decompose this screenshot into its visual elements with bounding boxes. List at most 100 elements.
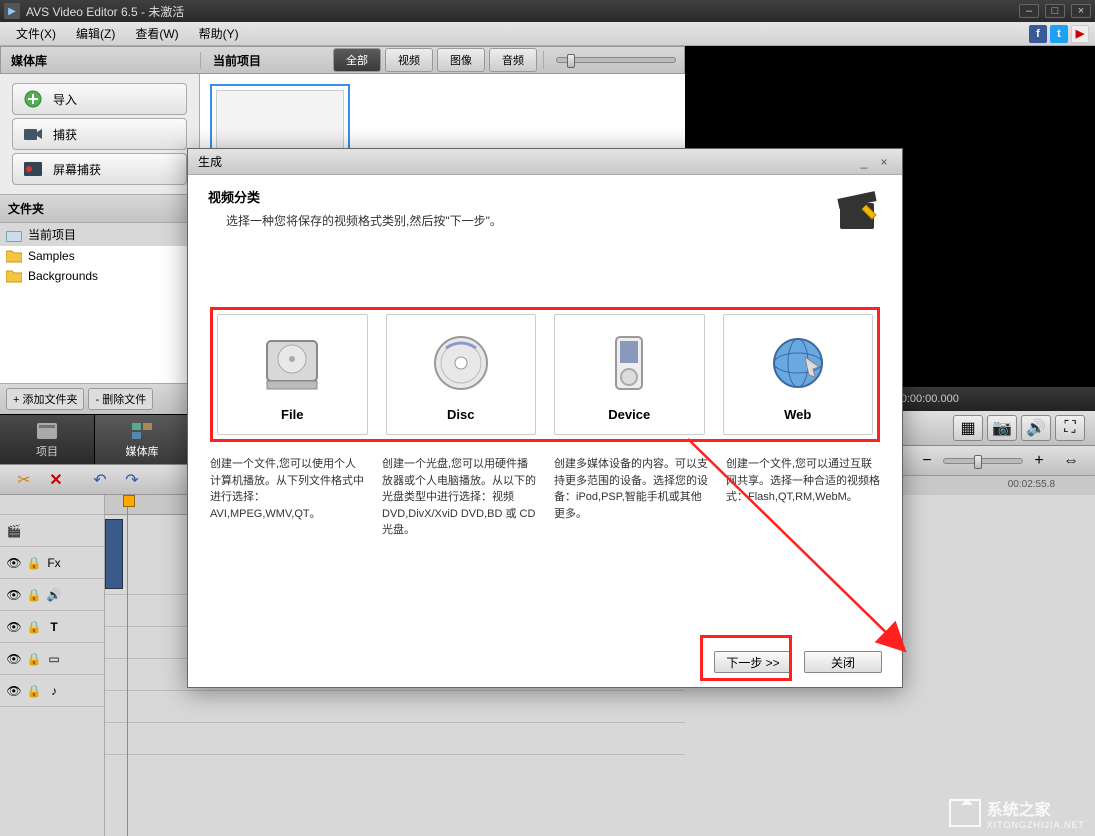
menu-bar: 文件(X) 编辑(Z) 查看(W) 帮助(Y) f t ▶	[0, 22, 1095, 46]
folder-backgrounds[interactable]: Backgrounds	[0, 266, 199, 286]
audio2-icon: ♪	[46, 683, 62, 699]
lock-icon[interactable]: 🔒	[26, 587, 42, 603]
fx-icon: Fx	[46, 555, 62, 571]
options-highlight: File Disc Device Web	[210, 307, 880, 442]
watermark-logo-icon	[949, 799, 981, 827]
text-icon: T	[46, 619, 62, 635]
dialog-heading: 视频分类	[208, 187, 834, 206]
next-button[interactable]: 下一步 >>	[714, 651, 792, 673]
dialog-subtext: 选择一种您将保存的视频格式类别,然后按"下一步"。	[226, 212, 834, 229]
left-sidebar: 导入 捕获 屏幕捕获 文件夹 当前项目	[0, 74, 200, 414]
redo-button[interactable]: ↷	[118, 468, 146, 492]
track-header: 👁🔒▭	[0, 643, 104, 675]
filter-image[interactable]: 图像	[437, 48, 485, 72]
harddrive-icon	[257, 333, 327, 393]
close-button[interactable]: 关闭	[804, 651, 882, 673]
eye-icon[interactable]: 👁	[6, 619, 22, 635]
track-header: 👁🔒Fx	[0, 547, 104, 579]
close-button[interactable]: ×	[1071, 4, 1091, 18]
media-panel-label: 媒体库	[1, 52, 201, 69]
option-device[interactable]: Device	[554, 314, 705, 435]
fit-button[interactable]: ⇔	[1057, 449, 1085, 473]
menu-file[interactable]: 文件(X)	[6, 22, 66, 45]
film-icon: 🎬	[6, 523, 22, 539]
option-file[interactable]: File	[217, 314, 368, 435]
window-titlebar: ▶ AVS Video Editor 6.5 - 未激活 – □ ×	[0, 0, 1095, 22]
overlay-icon: ▭	[46, 651, 62, 667]
option-disc[interactable]: Disc	[386, 314, 537, 435]
capture-button[interactable]: 捕获	[12, 118, 187, 150]
snapshot-button[interactable]: ▦	[953, 415, 983, 441]
menu-view[interactable]: 查看(W)	[125, 22, 188, 45]
lock-icon[interactable]: 🔒	[26, 555, 42, 571]
produce-dialog: 生成 _ × 视频分类 选择一种您将保存的视频格式类别,然后按"下一步"。 Fi…	[187, 148, 903, 688]
option-web-desc: 创建一个文件,您可以通过互联网共享。选择一种合适的视频格式：Flash,QT,R…	[726, 456, 880, 539]
menu-help[interactable]: 帮助(Y)	[189, 22, 249, 45]
eye-icon[interactable]: 👁	[6, 587, 22, 603]
media-header: 媒体库 当前项目 全部 视频 图像 音频	[0, 46, 685, 74]
import-button[interactable]: 导入	[12, 83, 187, 115]
track-header: 👁🔒🔊	[0, 579, 104, 611]
folders-header: 文件夹	[0, 194, 199, 223]
track[interactable]	[105, 691, 685, 723]
filter-audio[interactable]: 音频	[489, 48, 537, 72]
clapper-icon	[834, 187, 882, 235]
video-clip[interactable]	[105, 519, 123, 589]
disc-icon	[426, 333, 496, 393]
volume-button[interactable]: 🔊	[1021, 415, 1051, 441]
track-header: 👁🔒T	[0, 611, 104, 643]
track[interactable]	[105, 723, 685, 755]
maximize-button[interactable]: □	[1045, 4, 1065, 18]
dialog-minimize-button[interactable]: _	[856, 155, 872, 169]
app-icon: ▶	[4, 3, 20, 19]
minimize-button[interactable]: –	[1019, 4, 1039, 18]
undo-button[interactable]: ↶	[86, 468, 114, 492]
playhead[interactable]	[127, 495, 128, 836]
tab-project[interactable]: 项目	[0, 415, 95, 464]
window-title: AVS Video Editor 6.5 - 未激活	[26, 3, 184, 20]
eye-icon[interactable]: 👁	[6, 683, 22, 699]
option-web[interactable]: Web	[723, 314, 874, 435]
filter-video[interactable]: 视频	[385, 48, 433, 72]
option-disc-desc: 创建一个光盘,您可以用硬件播放器或个人电脑播放。从以下的光盘类型中进行选择：视频…	[382, 456, 536, 539]
audio-icon: 🔊	[46, 587, 62, 603]
twitter-icon[interactable]: t	[1050, 25, 1068, 43]
fullscreen-button[interactable]: ⛶	[1055, 415, 1085, 441]
screen-capture-button[interactable]: 屏幕捕获	[12, 153, 187, 185]
folder-samples[interactable]: Samples	[0, 246, 199, 266]
separator	[543, 51, 544, 69]
lock-icon[interactable]: 🔒	[26, 683, 42, 699]
thumb-zoom-slider[interactable]	[556, 57, 676, 63]
delete-folder-button[interactable]: - 删除文件	[88, 388, 153, 410]
tab-media[interactable]: 媒体库	[95, 415, 190, 464]
capture-label: 捕获	[53, 126, 77, 143]
zoom-in-button[interactable]: +	[1025, 449, 1053, 473]
timeline-zoom-slider[interactable]	[943, 458, 1023, 464]
camera-button[interactable]: 📷	[987, 415, 1017, 441]
screen-capture-label: 屏幕捕获	[53, 161, 101, 178]
watermark: 系统之家 XITONGZHIJIA.NET	[949, 796, 1085, 830]
folder-list: 当前项目 Samples Backgrounds	[0, 223, 199, 383]
facebook-icon[interactable]: f	[1029, 25, 1047, 43]
folder-current-project[interactable]: 当前项目	[0, 223, 199, 246]
video-track-header: 🎬	[0, 515, 104, 547]
menu-edit[interactable]: 编辑(Z)	[66, 22, 125, 45]
eye-icon[interactable]: 👁	[6, 651, 22, 667]
import-label: 导入	[53, 91, 77, 108]
filter-all[interactable]: 全部	[333, 48, 381, 72]
option-file-desc: 创建一个文件,您可以使用个人计算机播放。从下列文件格式中进行选择：AVI,MPE…	[210, 456, 364, 539]
delete-button[interactable]: ✕	[42, 468, 70, 492]
track-header: 👁🔒♪	[0, 675, 104, 707]
add-folder-button[interactable]: + 添加文件夹	[6, 388, 84, 410]
youtube-icon[interactable]: ▶	[1071, 25, 1089, 43]
lock-icon[interactable]: 🔒	[26, 619, 42, 635]
eye-icon[interactable]: 👁	[6, 555, 22, 571]
option-device-desc: 创建多媒体设备的内容。可以支持更多范围的设备。选择您的设备：iPod,PSP,智…	[554, 456, 708, 539]
lock-icon[interactable]: 🔒	[26, 651, 42, 667]
split-button[interactable]: ✂	[10, 468, 38, 492]
dialog-close-button[interactable]: ×	[876, 155, 892, 169]
zoom-out-button[interactable]: −	[913, 449, 941, 473]
camera-icon	[23, 125, 43, 143]
dialog-title: 生成	[198, 153, 222, 170]
globe-icon	[763, 333, 833, 393]
